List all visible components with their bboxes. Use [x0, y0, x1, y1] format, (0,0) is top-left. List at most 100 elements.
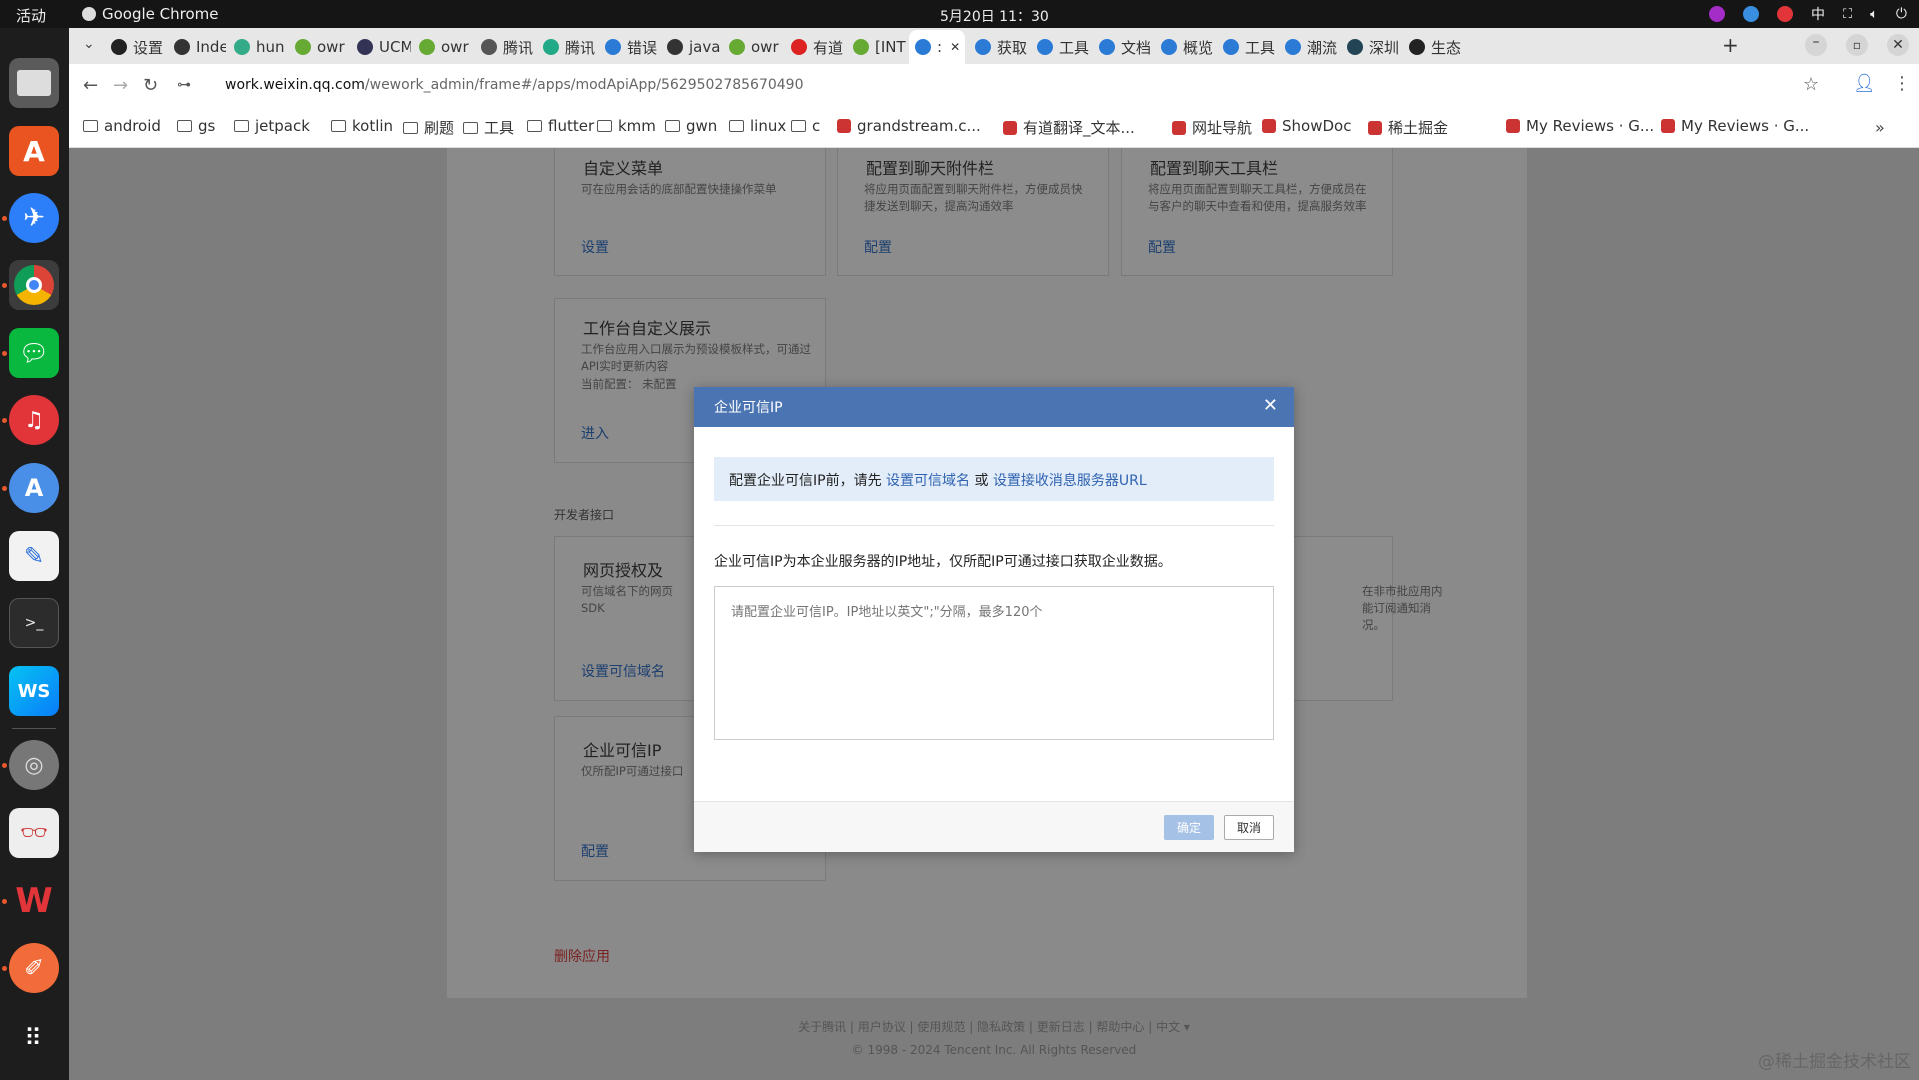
terminal-icon[interactable]: >_ [9, 598, 59, 648]
browser-tab[interactable]: java [661, 33, 721, 61]
browser-tab[interactable]: 工具 [1217, 33, 1277, 61]
wechat-icon[interactable]: 💬︎ [9, 328, 59, 378]
browser-tab[interactable]: 深圳 [1341, 33, 1401, 61]
configure-link[interactable]: 配置 [581, 841, 609, 861]
bookmark-item[interactable]: gwn [665, 117, 717, 135]
forward-button[interactable]: → [113, 75, 128, 96]
app-store-icon[interactable]: A [9, 463, 59, 513]
bookmark-item[interactable]: android [83, 117, 161, 135]
bookmark-item[interactable]: linux [729, 117, 786, 135]
disc-icon[interactable]: ◎ [9, 740, 59, 790]
tab-search-icon[interactable]: ⌄ [83, 36, 95, 52]
text-editor-icon[interactable]: ✎ [9, 531, 59, 581]
webstorm-icon[interactable]: WS [9, 666, 59, 716]
bookmark-item[interactable]: jetpack [234, 117, 310, 135]
browser-tab[interactable]: owr [413, 33, 473, 61]
configure-link[interactable]: 配置 [864, 237, 892, 257]
footer-links[interactable]: 关于腾讯 | 用户协议 | 使用规范 | 隐私政策 | 更新日志 | 帮助中心 … [69, 1018, 1919, 1035]
browser-tab[interactable]: 概览 [1155, 33, 1215, 61]
browser-tab[interactable]: UCM [351, 33, 411, 61]
reload-button[interactable]: ↻ [143, 75, 158, 96]
bookmark-item[interactable]: My Reviews · G... [1661, 117, 1809, 135]
configure-link[interactable]: 配置 [1148, 237, 1176, 257]
site-info-icon[interactable]: ⊶ [177, 77, 191, 93]
browser-tab[interactable]: 设置 [105, 33, 166, 61]
tab-favicon-icon [295, 39, 311, 55]
bookmark-item[interactable]: grandstream.c... [837, 117, 981, 135]
browser-tab[interactable]: 腾讯 [537, 33, 597, 61]
confirm-button[interactable]: 确定 [1164, 815, 1214, 840]
software-center-icon[interactable]: A [9, 126, 59, 176]
browser-tab[interactable]: Inde [168, 33, 226, 61]
set-trusted-domain-link[interactable]: 设置可信域名 [581, 661, 665, 681]
enter-link[interactable]: 进入 [581, 423, 609, 443]
reader-icon[interactable]: 👓︎ [9, 808, 59, 858]
wps-icon[interactable]: W [9, 876, 59, 926]
minimize-button[interactable]: – [1805, 34, 1827, 56]
browser-tab[interactable]: 潮流 [1279, 33, 1339, 61]
menu-icon[interactable]: ⋮ [1893, 73, 1911, 94]
bookmark-item[interactable]: 稀土掘金 [1368, 117, 1448, 138]
feishu-icon[interactable]: ✈ [9, 193, 59, 243]
bookmark-item[interactable]: kmm [597, 117, 656, 135]
browser-tab[interactable]: 腾讯 [475, 33, 535, 61]
close-tab-icon[interactable]: ✕ [950, 40, 960, 54]
set-callback-url-link[interactable]: 设置接收消息服务器URL [993, 473, 1147, 489]
notice-banner: 配置企业可信IP前，请先 设置可信域名 或 设置接收消息服务器URL [714, 457, 1274, 501]
network-icon[interactable]: ⛶ [1843, 7, 1852, 22]
browser-tab[interactable]: 生态 [1403, 33, 1463, 61]
tab-favicon-icon [1347, 39, 1363, 55]
activities-button[interactable]: 活动 [16, 5, 46, 26]
close-icon[interactable]: ✕ [1263, 395, 1278, 416]
trusted-ip-input[interactable] [714, 586, 1274, 740]
browser-tab[interactable]: 获取 [969, 33, 1029, 61]
app-menu[interactable]: Google Chrome [82, 5, 219, 23]
browser-tab[interactable]: hun [228, 33, 287, 61]
browser-tab[interactable]: : ✕ [909, 30, 965, 64]
browser-tab[interactable]: 有道 [785, 33, 845, 61]
tray-app-icon[interactable] [1743, 6, 1759, 22]
music-icon[interactable]: ♫ [9, 395, 59, 445]
close-window-button[interactable]: ✕ [1887, 34, 1909, 56]
ime-indicator[interactable]: 中 [1811, 4, 1825, 24]
bookmark-item[interactable]: 有道翻译_文本... [1003, 117, 1135, 138]
cancel-button[interactable]: 取消 [1224, 815, 1274, 840]
bookmark-item[interactable]: 网址导航 [1172, 117, 1252, 138]
set-trusted-domain-link[interactable]: 设置可信域名 [886, 473, 970, 489]
chrome-icon[interactable] [9, 260, 59, 310]
browser-tab[interactable]: 错误 [599, 33, 659, 61]
back-button[interactable]: ← [83, 75, 98, 96]
bookmark-item[interactable]: 刷题 [403, 117, 454, 138]
site-favicon-icon [1262, 119, 1276, 133]
profile-icon[interactable]: 👤︎ [1853, 73, 1876, 94]
power-icon[interactable]: ⏻ [1896, 6, 1907, 22]
drawing-icon[interactable]: ✐ [9, 943, 59, 993]
delete-app-link[interactable]: 删除应用 [554, 946, 610, 966]
more-bookmarks-icon[interactable]: » [1875, 118, 1885, 137]
bookmark-item[interactable]: ShowDoc [1262, 117, 1351, 135]
files-icon[interactable] [9, 58, 59, 108]
bookmark-item[interactable]: gs [177, 117, 215, 135]
bookmark-item[interactable]: flutter [527, 117, 594, 135]
tray-app-icon[interactable] [1777, 6, 1793, 22]
new-tab-button[interactable]: + [1722, 33, 1739, 57]
tray-app-icon[interactable] [1709, 6, 1725, 22]
url-field[interactable]: work.weixin.qq.com/wework_admin/frame#/a… [225, 77, 804, 93]
bookmark-item[interactable]: My Reviews · G... [1506, 117, 1654, 135]
bookmark-item[interactable]: 工具 [463, 117, 514, 138]
clock[interactable]: 5月20日 11：30 [940, 6, 1049, 26]
bookmark-item[interactable]: kotlin [331, 117, 393, 135]
browser-tab[interactable]: owr [723, 33, 783, 61]
bookmark-item[interactable]: c [791, 117, 820, 135]
browser-tab[interactable]: 工具 [1031, 33, 1091, 61]
bookmark-star-icon[interactable]: ☆ [1803, 74, 1819, 95]
show-apps-icon[interactable]: ⠿ [9, 1013, 59, 1063]
browser-tab[interactable]: owr [289, 33, 349, 61]
settings-link[interactable]: 设置 [581, 237, 609, 257]
system-tray[interactable]: 中 ⛶ 🔈︎ ⏻ [1709, 4, 1907, 24]
address-bar-row: ← → ↻ ⊶ work.weixin.qq.com/wework_admin/… [69, 64, 1919, 108]
browser-tab[interactable]: [INT [847, 33, 907, 61]
browser-tab[interactable]: 文档 [1093, 33, 1153, 61]
maximize-button[interactable]: ▫ [1846, 34, 1868, 56]
volume-icon[interactable]: 🔈︎ [1870, 7, 1878, 22]
